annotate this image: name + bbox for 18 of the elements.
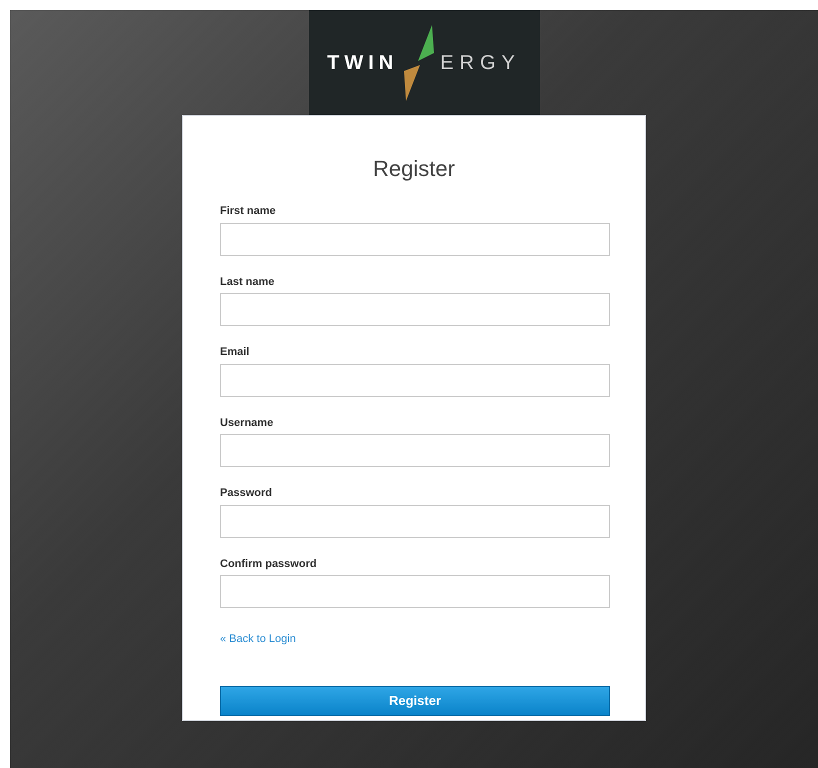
input-field[interactable]	[220, 504, 610, 538]
register-button[interactable]: Register	[220, 686, 610, 716]
input-field[interactable]	[220, 293, 610, 326]
field-label: Username	[220, 416, 274, 430]
field-label: First name	[220, 204, 277, 219]
form-title: Register	[372, 155, 456, 183]
field-label: Password	[220, 486, 273, 501]
field-label: Confirm password	[220, 556, 318, 572]
input-field[interactable]	[220, 575, 610, 608]
lightning-bolt-icon	[402, 22, 436, 102]
input-field[interactable]	[220, 222, 610, 256]
logo-text: ERGY	[440, 50, 521, 76]
field-label: Last name	[220, 274, 276, 290]
input-field[interactable]	[220, 364, 610, 396]
logo-text: TWIN	[327, 50, 398, 76]
field-label: Email	[220, 345, 250, 360]
input-field[interactable]	[220, 434, 610, 467]
back-to-login-link[interactable]: « Back to Login	[220, 631, 296, 648]
